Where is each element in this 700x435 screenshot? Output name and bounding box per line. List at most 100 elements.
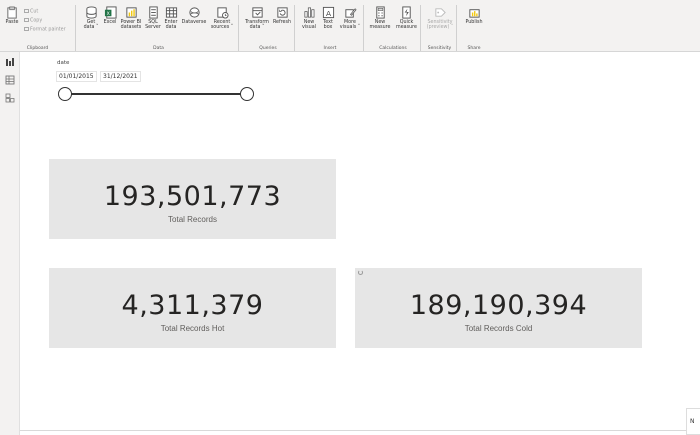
recent-sources-icon	[216, 7, 229, 19]
share-group-label: Share	[467, 46, 481, 51]
total-records-label: Total Records	[168, 215, 217, 224]
get-data-button[interactable]: Get data ˅	[82, 6, 100, 30]
paste-label: Paste	[5, 20, 19, 25]
slicer-title: date	[57, 60, 70, 66]
brush-icon	[24, 27, 29, 31]
excel-label: Excel	[103, 20, 117, 25]
text-box-icon: A	[322, 6, 334, 19]
sql-server-line2: Server	[145, 25, 161, 31]
excel-button[interactable]: X Excel	[102, 6, 118, 25]
publish-icon	[468, 9, 480, 18]
power-bi-datasets-line2: datasets	[120, 25, 142, 31]
format-painter-label: Format painter	[30, 27, 66, 33]
more-visuals-icon	[344, 8, 357, 18]
total-records-cold-label: Total Records Cold	[464, 324, 533, 333]
copy-button[interactable]: Copy	[24, 18, 42, 24]
enter-data-line2: data	[165, 25, 177, 31]
ribbon: Paste Cut Copy Format painter Clipboard …	[0, 0, 700, 52]
model-view-icon[interactable]	[5, 93, 15, 103]
insert-group: New visual A Text box More visuals ˅ Ins…	[297, 5, 364, 51]
total-records-card[interactable]: 193,501,773 Total Records	[49, 159, 336, 239]
report-canvas[interactable]: date 01/01/2015 31/12/2021 193,501,773 T…	[20, 52, 700, 435]
ribbon-tabs-strip	[0, 0, 700, 4]
database-icon	[85, 6, 97, 19]
new-measure-line2: measure	[369, 25, 391, 31]
refresh-label: Refresh	[272, 20, 292, 25]
power-bi-datasets-button[interactable]: Power BI datasets	[119, 6, 143, 30]
total-records-hot-value: 4,311,379	[121, 290, 264, 321]
transform-data-icon	[251, 7, 263, 18]
cut-label: Cut	[30, 9, 39, 15]
transform-data-button[interactable]: Transform data ˅	[244, 6, 270, 30]
cut-button[interactable]: Cut	[24, 9, 38, 15]
slicer-start-handle[interactable]	[58, 87, 72, 101]
total-records-hot-card[interactable]: 4,311,379 Total Records Hot	[49, 268, 336, 348]
sensitivity-group: Sensitivity (preview) ˅ Sensitivity	[423, 5, 457, 51]
sql-server-icon	[148, 6, 158, 19]
slicer-start-date-input[interactable]: 01/01/2015	[56, 71, 97, 82]
paste-button[interactable]: Paste	[3, 6, 21, 25]
get-data-line2: data ˅	[83, 25, 99, 31]
dataverse-label: Dataverse	[181, 20, 207, 25]
slicer-end-date-input[interactable]: 31/12/2021	[100, 71, 141, 82]
loading-spinner-icon	[358, 270, 363, 275]
dataverse-button[interactable]: Dataverse	[181, 6, 207, 25]
data-group: Get data ˅ X Excel Power BI datasets SQL…	[79, 5, 239, 51]
data-view-icon[interactable]	[5, 75, 15, 85]
publish-button[interactable]: Publish	[462, 6, 486, 25]
publish-label: Publish	[465, 20, 483, 25]
transform-data-line2: data ˅	[249, 25, 265, 31]
quick-measure-line2: measure	[396, 25, 417, 31]
dataverse-icon	[188, 7, 200, 18]
more-visuals-button[interactable]: More visuals ˅	[338, 6, 362, 30]
new-visual-line2: visual	[302, 25, 316, 31]
enter-data-button[interactable]: Enter data	[163, 6, 179, 30]
scissors-icon	[24, 9, 29, 13]
total-records-hot-label: Total Records Hot	[160, 324, 225, 333]
copy-icon	[24, 18, 29, 22]
svg-text:A: A	[325, 9, 330, 18]
clipboard-group-label: Clipboard	[26, 46, 49, 51]
report-view-icon[interactable]	[5, 57, 15, 67]
calculations-group: New measure Quick measure Calculations	[366, 5, 421, 51]
view-switcher-rail	[0, 52, 20, 435]
clipboard-group: Paste Cut Copy Format painter Clipboard	[0, 5, 76, 51]
sensitivity-group-label: Sensitivity	[427, 46, 452, 51]
sensitivity-button[interactable]: Sensitivity (preview) ˅	[424, 6, 456, 30]
sql-server-button[interactable]: SQL Server	[145, 6, 161, 30]
insert-group-label: Insert	[323, 46, 337, 51]
corner-tab[interactable]: N	[686, 408, 700, 435]
recent-sources-line2: sources ˅	[210, 25, 234, 31]
more-visuals-line2: visuals ˅	[339, 25, 361, 31]
text-box-button[interactable]: A Text box	[320, 6, 336, 30]
new-measure-button[interactable]: New measure	[368, 6, 392, 30]
queries-group: Transform data ˅ Refresh Queries	[242, 5, 295, 51]
format-painter-button[interactable]: Format painter	[24, 27, 66, 33]
share-group: Publish Share	[459, 5, 489, 51]
data-group-label: Data	[153, 46, 164, 51]
total-records-cold-value: 189,190,394	[409, 290, 588, 321]
bar-chart-icon	[303, 7, 314, 18]
slicer-track	[65, 93, 247, 95]
refresh-button[interactable]: Refresh	[271, 6, 293, 25]
sensitivity-tag-icon	[434, 8, 446, 17]
table-icon	[165, 7, 177, 18]
copy-label: Copy	[30, 18, 43, 24]
quick-measure-button[interactable]: Quick measure	[394, 6, 419, 30]
quick-measure-icon	[402, 6, 411, 19]
slicer-end-handle[interactable]	[240, 87, 254, 101]
total-records-value: 193,501,773	[103, 181, 282, 212]
text-box-line2: box	[323, 25, 333, 31]
sensitivity-line2: (preview) ˅	[426, 25, 454, 31]
page-boundary	[20, 430, 700, 431]
corner-tab-label: N	[690, 418, 695, 425]
new-visual-button[interactable]: New visual	[299, 6, 319, 30]
queries-group-label: Queries	[259, 46, 277, 51]
calculator-icon	[375, 6, 385, 19]
excel-icon: X	[104, 6, 117, 19]
calculations-group-label: Calculations	[379, 46, 407, 51]
dataset-icon	[125, 7, 137, 18]
paste-icon	[6, 6, 17, 19]
total-records-cold-card[interactable]: 189,190,394 Total Records Cold	[355, 268, 642, 348]
recent-sources-button[interactable]: Recent sources ˅	[209, 6, 235, 30]
